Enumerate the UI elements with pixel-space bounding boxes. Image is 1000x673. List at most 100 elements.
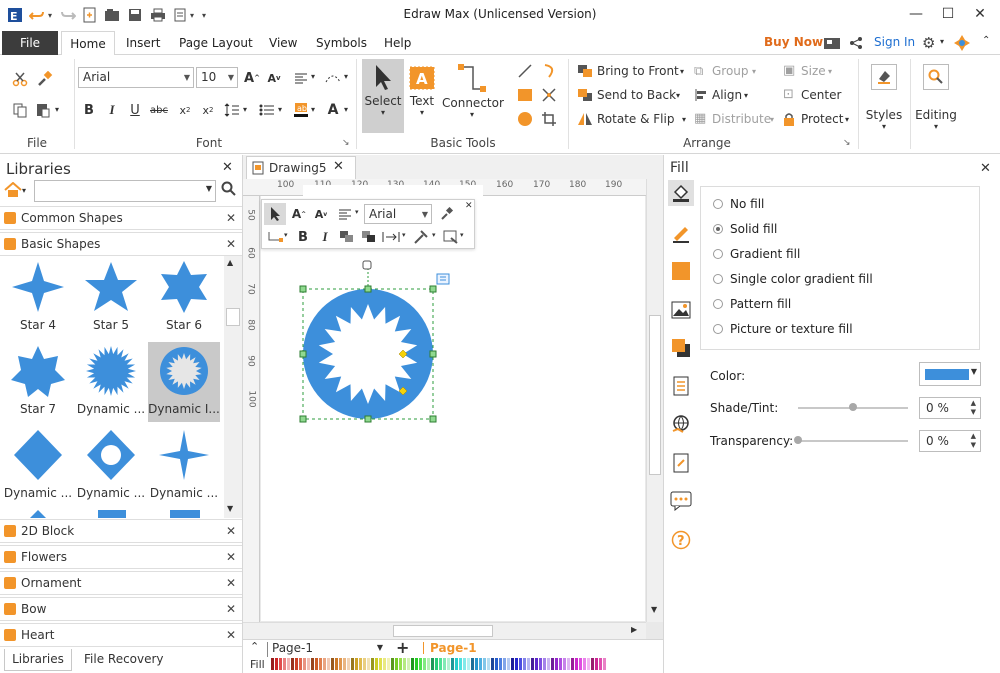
palette-swatch[interactable]: [571, 658, 574, 670]
palette-swatch[interactable]: [347, 658, 350, 670]
palette-swatch[interactable]: [483, 658, 486, 670]
mini-bold-icon[interactable]: B: [292, 226, 314, 248]
palette-swatch[interactable]: [459, 658, 462, 670]
mini-style-icon[interactable]: [440, 226, 462, 248]
resize-handle[interactable]: [429, 350, 437, 358]
palette-swatch[interactable]: [427, 658, 430, 670]
palette-swatch[interactable]: [299, 658, 302, 670]
color-picker[interactable]: ▼: [919, 362, 981, 386]
resize-handle[interactable]: [364, 285, 372, 293]
mini-italic-icon[interactable]: I: [314, 226, 336, 248]
palette-swatch[interactable]: [387, 658, 390, 670]
palette-swatch[interactable]: [559, 658, 562, 670]
decrease-font-icon[interactable]: Av: [263, 67, 285, 89]
palette-swatch[interactable]: [435, 658, 438, 670]
protect-dropdown-icon[interactable]: ▾: [845, 115, 849, 124]
shape-dynamic-burst[interactable]: Dynamic ...: [75, 342, 147, 422]
shape-dynamic-star-4[interactable]: Dynamic ...: [148, 426, 220, 506]
buy-now-link[interactable]: Buy Now: [764, 35, 823, 49]
close-library-icon[interactable]: ✕: [226, 546, 236, 568]
cart-icon[interactable]: [823, 36, 841, 53]
palette-swatch[interactable]: [543, 658, 546, 670]
palette-swatch[interactable]: [403, 658, 406, 670]
palette-swatch[interactable]: [603, 658, 606, 670]
group-dropdown-icon[interactable]: ▾: [752, 67, 756, 76]
spinner-icon[interactable]: ▲ ▼: [971, 399, 976, 417]
palette-swatch[interactable]: [335, 658, 338, 670]
pen-tool-icon[interactable]: [538, 84, 560, 106]
mini-font-select[interactable]: Arial ▼: [364, 204, 432, 224]
format-painter-icon[interactable]: [34, 68, 56, 90]
palette-swatch[interactable]: [479, 658, 482, 670]
font-color-icon[interactable]: A: [322, 99, 344, 121]
rectangle-tool-icon[interactable]: [514, 84, 536, 106]
palette-swatch[interactable]: [555, 658, 558, 670]
palette-swatch[interactable]: [515, 658, 518, 670]
library-ornament[interactable]: Ornament ✕: [0, 571, 242, 595]
palette-swatch[interactable]: [475, 658, 478, 670]
scroll-thumb[interactable]: [649, 315, 661, 475]
palette-swatch[interactable]: [407, 658, 410, 670]
fill-option-no-fill[interactable]: No fill: [713, 194, 764, 214]
page-tab-1[interactable]: Page-1: [430, 641, 477, 655]
fill-option-single-gradient[interactable]: Single color gradient fill: [713, 269, 873, 289]
size-dropdown-icon[interactable]: ▾: [828, 67, 832, 76]
transparency-slider[interactable]: [794, 436, 908, 444]
library-heart[interactable]: Heart ✕: [0, 623, 242, 647]
close-tab-icon[interactable]: ✕: [333, 159, 344, 174]
help-icon[interactable]: ?: [668, 527, 694, 553]
editing-button[interactable]: Editing ▾: [912, 59, 960, 133]
palette-swatch[interactable]: [375, 658, 378, 670]
palette-swatch[interactable]: [295, 658, 298, 670]
bullets-icon[interactable]: [256, 99, 278, 121]
palette-swatch[interactable]: [351, 658, 354, 670]
palette-swatch[interactable]: [507, 658, 510, 670]
subscript-icon[interactable]: x2: [174, 99, 196, 121]
protect-button[interactable]: Protect: [801, 112, 843, 126]
scroll-down-icon[interactable]: ▼: [227, 504, 233, 513]
palette-swatch[interactable]: [463, 658, 466, 670]
palette-swatch[interactable]: [359, 658, 362, 670]
shade-tint-input[interactable]: 0 % ▲ ▼: [919, 397, 981, 419]
gear-icon[interactable]: ⚙: [922, 34, 935, 52]
shape-star-6[interactable]: Star 6: [148, 258, 220, 338]
palette-swatch[interactable]: [531, 658, 534, 670]
close-library-icon[interactable]: ✕: [226, 598, 236, 620]
font-dialog-launcher-icon[interactable]: ↘: [342, 138, 350, 148]
fill-option-pattern-fill[interactable]: Pattern fill: [713, 294, 791, 314]
shape-dynamic-diamond-ring[interactable]: Dynamic ...: [75, 426, 147, 506]
palette-swatch[interactable]: [391, 658, 394, 670]
palette-swatch[interactable]: [591, 658, 594, 670]
color-palette[interactable]: [271, 658, 611, 670]
scroll-up-icon[interactable]: ▲: [227, 258, 233, 267]
minimize-button[interactable]: —: [902, 3, 930, 25]
align-dropdown-icon[interactable]: ▾: [744, 91, 748, 100]
slider-knob[interactable]: [794, 436, 802, 444]
shape-star-5[interactable]: Star 5: [75, 258, 147, 338]
share-icon[interactable]: [849, 36, 863, 53]
line-tool-icon[interactable]: [514, 60, 536, 82]
palette-swatch[interactable]: [275, 658, 278, 670]
palette-swatch[interactable]: [383, 658, 386, 670]
palette-swatch[interactable]: [523, 658, 526, 670]
line-spacing-icon[interactable]: [221, 99, 243, 121]
palette-swatch[interactable]: [291, 658, 294, 670]
palette-swatch[interactable]: [283, 658, 286, 670]
library-common-shapes[interactable]: Common Shapes ✕: [0, 206, 242, 230]
transparency-input[interactable]: 0 % ▲ ▼: [919, 430, 981, 452]
scroll-right-icon[interactable]: ▶: [631, 625, 637, 634]
palette-swatch[interactable]: [287, 658, 290, 670]
palette-swatch[interactable]: [367, 658, 370, 670]
palette-swatch[interactable]: [327, 658, 330, 670]
search-icon[interactable]: [221, 181, 237, 200]
gear-dropdown-icon[interactable]: ▾: [940, 37, 944, 46]
palette-swatch[interactable]: [363, 658, 366, 670]
shape-star-7[interactable]: Star 7: [2, 342, 74, 422]
scroll-thumb[interactable]: [226, 308, 240, 326]
tab-help[interactable]: Help: [384, 31, 411, 55]
shadow-tool-icon[interactable]: [668, 258, 694, 284]
paste-dropdown-icon[interactable]: ▾: [55, 105, 59, 114]
library-search-input[interactable]: ▼: [34, 180, 216, 202]
collapse-ribbon-icon[interactable]: ⌃: [982, 35, 990, 46]
shape-dynamic-inner-star[interactable]: Dynamic I...: [148, 342, 220, 422]
